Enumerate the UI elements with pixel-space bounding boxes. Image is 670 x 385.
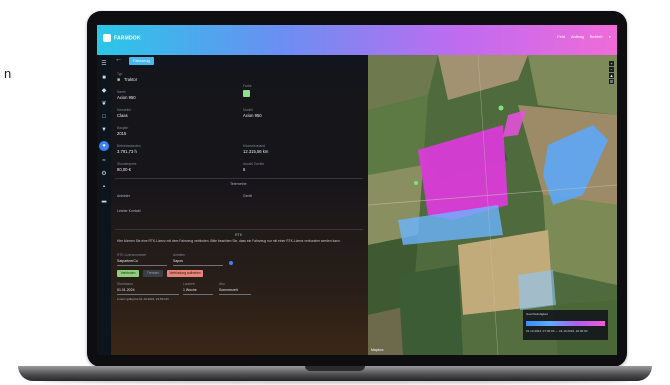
left-navigation: ☰ ■ ◆ ❦ □ ▼ ● ≈ ⚙ ▪ ▂ [97, 55, 111, 355]
vehicle-active-icon[interactable]: ● [99, 141, 109, 151]
map-pin-icon[interactable]: ◆ [100, 88, 108, 94]
legend-label: Geschwindigkeit [526, 312, 548, 316]
hours-value[interactable]: 3.791,73 h [117, 149, 137, 154]
type-value[interactable]: Traktor [124, 77, 137, 82]
logo-text: FARMDOK [114, 35, 141, 42]
laptop-lid: FARMDOK Feld Auftrag Betrieb ● ☰ ■ ◆ ❦ □… [87, 11, 627, 367]
speed-legend: Geschwindigkeit 01.10.2024, 07:30:00 — 0… [523, 310, 608, 340]
settings-icon[interactable]: ⚙ [100, 171, 108, 177]
tab-vehicle[interactable]: Fahrzeug [129, 57, 154, 65]
filter-icon[interactable]: ▼ [100, 127, 108, 133]
compass-icon[interactable]: ▲ [609, 73, 614, 78]
laptop-notch [305, 366, 365, 371]
clipboard-icon[interactable]: □ [100, 114, 108, 120]
rtk-title: RTK [235, 233, 243, 237]
field-track-blue-small[interactable] [518, 270, 556, 310]
layers-icon[interactable]: ☰ [609, 79, 614, 84]
tab-row: ← Fahrzeug [111, 55, 368, 67]
year-label: Baujahr [117, 126, 129, 130]
color-label: Farbe [243, 84, 252, 88]
mapbox-logo: Mapbox [371, 348, 384, 352]
price-value[interactable]: 80,00 € [117, 167, 131, 172]
leaf-icon[interactable]: ❦ [100, 101, 108, 107]
vehicle-detail-panel: Typ Traktor ■ Name Axion 950 Farbe Herst… [111, 67, 368, 355]
type-label: Typ [117, 72, 123, 76]
document-icon[interactable]: ▪ [100, 184, 108, 190]
menu-icon[interactable]: ☰ [100, 61, 108, 67]
hours-label: Betriebsstunden [117, 144, 141, 148]
topbar-item-field[interactable]: Feld [557, 34, 565, 39]
year-value[interactable]: 2015 [117, 131, 126, 136]
color-swatch[interactable] [243, 90, 250, 97]
legend-range: 01.10.2024, 07:30:00 — 01.10.2024, 22:30… [526, 329, 588, 333]
zoom-out-icon[interactable]: − [609, 67, 614, 72]
topbar-item-order[interactable]: Auftrag [571, 34, 584, 39]
manufacturer-value[interactable]: Claas [117, 113, 128, 118]
rtk-provider-select[interactable]: Sapos [173, 257, 223, 266]
vehicle-position-marker-2[interactable] [414, 181, 418, 185]
chart-icon[interactable]: ▂ [100, 197, 108, 203]
telemetry-title: Telemetrie [230, 182, 247, 186]
legend-gradient-bar [526, 321, 605, 326]
field-map[interactable]: + − ▲ ☰ Geschwindigkeit 01.10.2024, 07:3… [368, 55, 617, 355]
topbar-right-menu: Feld Auftrag Betrieb ● [557, 34, 611, 39]
rtk-license-input[interactable]: SatpartnerCo [117, 257, 167, 266]
app-logo[interactable]: FARMDOK [103, 34, 141, 42]
license-footnote: Lizenz gültig bis 01.10.2024, 23:59 Uhr [117, 297, 170, 301]
connect-button[interactable]: Verbinden [117, 270, 139, 277]
divider [115, 229, 363, 230]
account-icon[interactable]: ● [609, 34, 611, 39]
logo-mark-icon [103, 34, 111, 42]
topbar-item-farm[interactable]: Betrieb [590, 34, 603, 39]
info-icon[interactable] [229, 261, 233, 265]
start-date-input[interactable]: 01.01.2024 [117, 286, 179, 295]
km-value[interactable]: 12.315,56 km [243, 149, 268, 154]
plan-select[interactable]: Sommerzeit [219, 286, 251, 295]
top-bar: FARMDOK Feld Auftrag Betrieb ● [97, 25, 617, 55]
delete-connection-button[interactable]: Verbindung aufheben [167, 270, 203, 277]
price-label: Stundenpreis [117, 162, 137, 166]
duration-select[interactable]: 1 Woche [183, 286, 213, 295]
manufacturer-label: Hersteller [117, 108, 132, 112]
rtk-description: Hier können Sie eine RTK-Lizenz mit dem … [117, 239, 341, 243]
count-value[interactable]: 6 [243, 167, 245, 172]
app-screen: FARMDOK Feld Auftrag Betrieb ● ☰ ■ ◆ ❦ □… [97, 25, 617, 355]
model-value[interactable]: Axion 950 [243, 113, 262, 118]
vehicle-form: Typ Traktor ■ Name Axion 950 Farbe Herst… [115, 69, 363, 352]
km-label: Kilometerstand [243, 144, 265, 148]
side-caption-text: n [4, 66, 12, 81]
activity-icon[interactable]: ≈ [100, 158, 108, 164]
divider [115, 178, 363, 179]
model-label: Modell [243, 108, 253, 112]
tractor-icon[interactable]: ■ [100, 75, 108, 81]
telemetry-contact-label: Letzter Kontakt [117, 209, 141, 213]
name-value[interactable]: Axion 950 [117, 95, 136, 100]
count-label: Anzahl Geräte [243, 162, 265, 166]
telemetry-device-label: Gerät [243, 194, 252, 198]
tractor-small-icon: ■ [117, 77, 121, 83]
disconnect-button[interactable]: Trennen [143, 270, 163, 277]
name-label: Name [117, 90, 126, 94]
laptop-shadow [40, 379, 630, 384]
zoom-in-icon[interactable]: + [609, 61, 614, 66]
back-arrow-icon[interactable]: ← [115, 56, 122, 63]
telemetry-provider-label: Anbieter [117, 194, 131, 198]
vehicle-position-marker[interactable] [498, 105, 504, 111]
